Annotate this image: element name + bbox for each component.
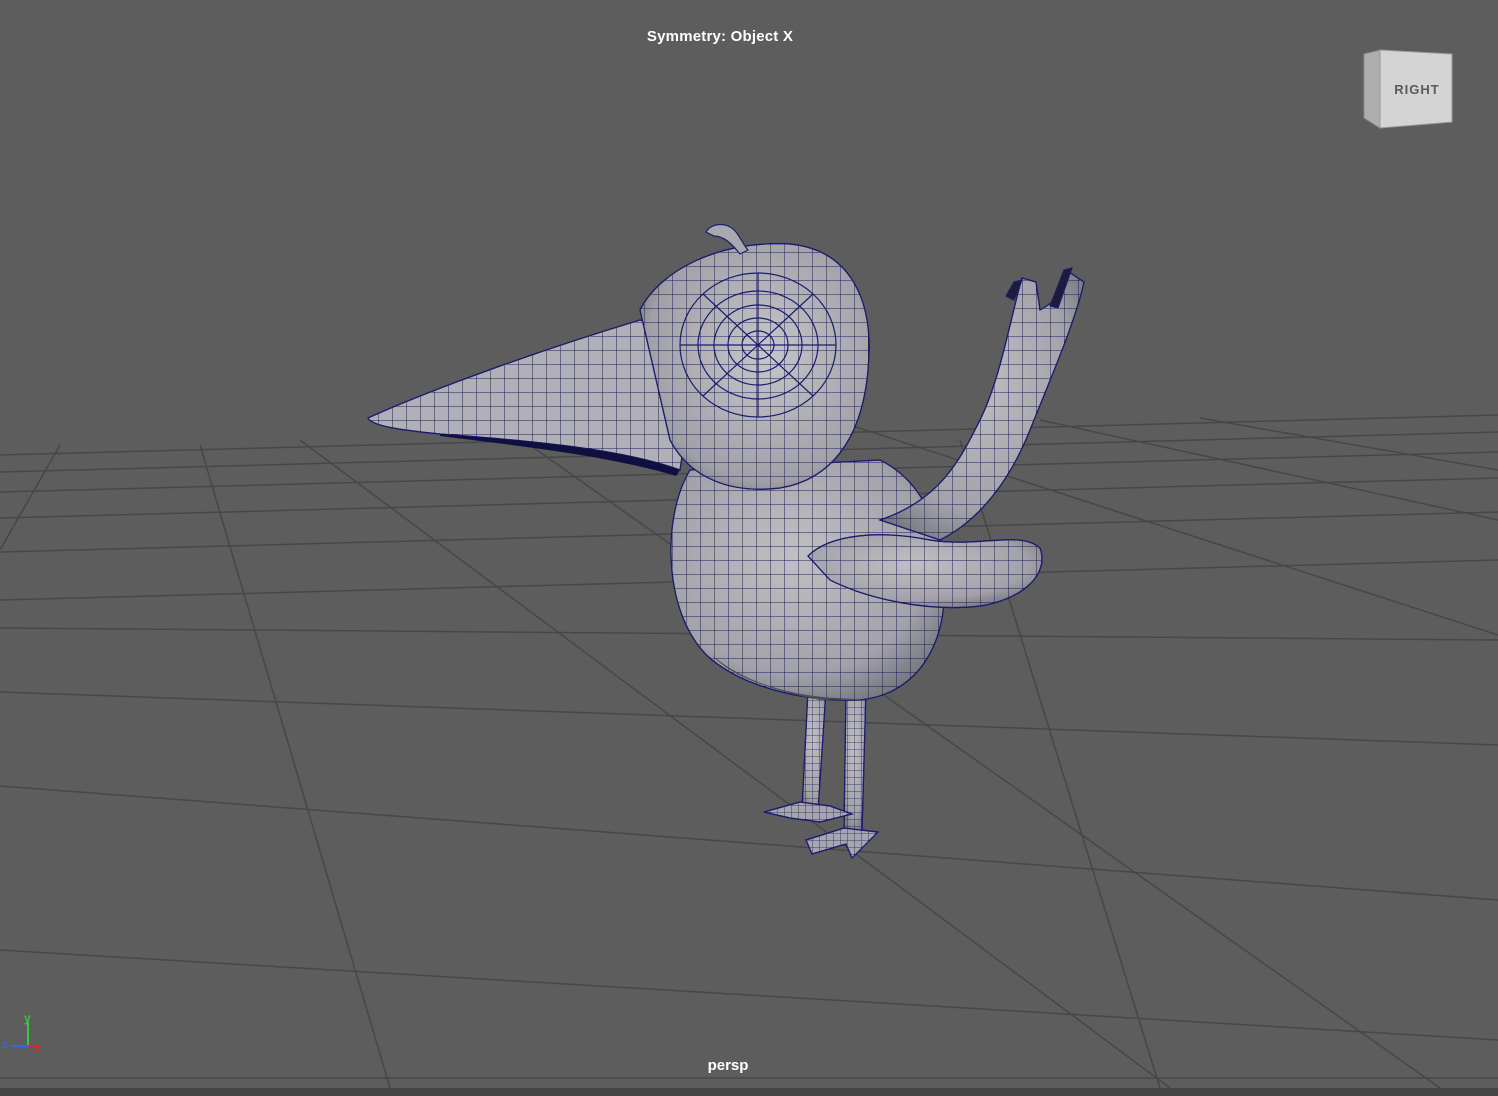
viewcube-face-label: RIGHT	[1394, 82, 1439, 97]
scene-canvas[interactable]	[0, 0, 1498, 1096]
eye-socket	[679, 272, 837, 418]
axis-gizmo: y x z	[2, 1011, 41, 1055]
bird-model	[367, 223, 1085, 860]
camera-name-label: persp	[707, 1057, 749, 1074]
viewport-bottom-border	[0, 1088, 1498, 1096]
viewcube[interactable]: RIGHT	[1360, 48, 1456, 134]
axis-z-label: z	[2, 1037, 8, 1051]
symmetry-label: Symmetry: Object X	[646, 28, 794, 45]
axis-x-label: x	[34, 1041, 41, 1055]
axis-y-label: y	[24, 1011, 31, 1025]
viewport-panel[interactable]: Symmetry: Object X RIGHT y x z persp	[0, 0, 1498, 1096]
